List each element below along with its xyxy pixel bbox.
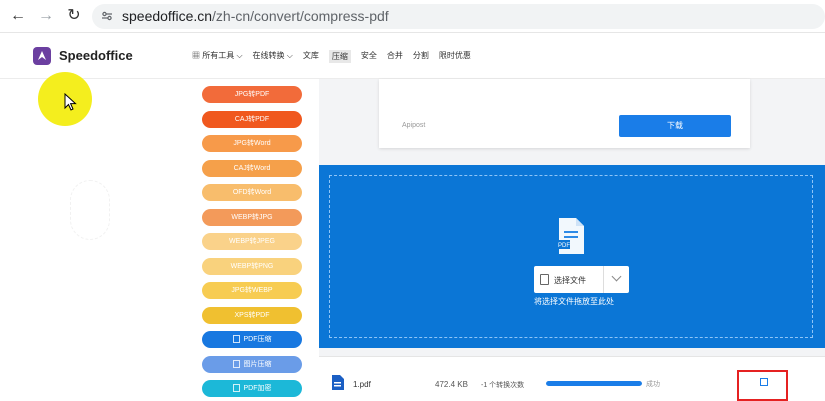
sidebar-tool-button[interactable]: JPG转WEBP (202, 282, 302, 299)
url-host: speedoffice.cn (122, 8, 213, 24)
nav-security[interactable]: 安全 (361, 50, 377, 63)
sidebar-tool-button[interactable]: PDF加密 (202, 380, 302, 397)
site-header: Speedoffice ▦ 所有工具 ⌵ 在线转换 ⌵ 文库 压缩 安全 合并 … (0, 33, 825, 79)
file-icon (540, 274, 549, 285)
sidebar-tool-button[interactable]: CAJ转Word (202, 159, 302, 177)
sidebar-tool-button[interactable]: WEBP转JPG (202, 208, 302, 226)
progress-fill (546, 381, 642, 386)
logo-text[interactable]: Speedoffice (59, 48, 133, 63)
url-path: /zh-cn/convert/compress-pdf (212, 8, 389, 24)
dropzone-border: PDF 选择文件 将选择文件拖放至此处 (329, 175, 813, 338)
sidebar-tool-label: OFD转Word (232, 189, 272, 196)
download-card: Apipost 下载 (379, 79, 750, 148)
nav-library[interactable]: 文库 (303, 50, 319, 63)
forward-icon[interactable]: → (36, 6, 56, 26)
nav-merge[interactable]: 合并 (387, 50, 403, 63)
url-text: speedoffice.cn/zh-cn/convert/compress-pd… (122, 8, 389, 24)
address-bar[interactable]: speedoffice.cn/zh-cn/convert/compress-pd… (92, 4, 825, 29)
file-size: 472.4 KB (435, 380, 468, 389)
tool-icon (232, 335, 240, 344)
main-nav: ▦ 所有工具 ⌵ 在线转换 ⌵ 文库 压缩 安全 合并 分割 限时优惠 (192, 50, 471, 63)
tool-icon (232, 384, 240, 393)
choose-file-label: 选择文件 (554, 276, 586, 285)
pdf-document-icon: PDF (556, 218, 584, 254)
conversion-count: -1 个转换次数 (481, 382, 525, 389)
logo-icon[interactable] (33, 47, 51, 65)
chevron-down-icon[interactable] (611, 271, 622, 282)
download-button[interactable]: 下载 (619, 115, 731, 137)
sidebar-tool-label: JPG转WEBP (231, 287, 273, 294)
sidebar-tool-button[interactable]: CAJ转PDF (202, 110, 302, 128)
sidebar-tool-button[interactable]: PDF压缩 (202, 331, 302, 348)
choose-file-button[interactable]: 选择文件 (534, 266, 629, 293)
file-status: 成功 (646, 381, 660, 388)
sidebar-tool-button[interactable]: JPG转Word (202, 135, 302, 152)
back-icon[interactable]: ← (8, 6, 28, 26)
divider (603, 266, 604, 293)
sidebar-tool-label: CAJ转Word (233, 164, 271, 172)
nav-split[interactable]: 分割 (413, 50, 429, 63)
grid-icon: ▦ (192, 51, 203, 60)
sidebar-tool-label: XPS转PDF (234, 311, 270, 319)
sidebar-tool-label: PDF加密 (243, 385, 272, 392)
faded-decoration (70, 180, 110, 240)
sidebar-tool-button[interactable]: XPS转PDF (202, 306, 302, 324)
tool-icon (232, 359, 240, 368)
sidebar-tool-button[interactable]: OFD转Word (202, 184, 302, 201)
nav-promo[interactable]: 限时优惠 (439, 50, 471, 63)
progress-bar (546, 381, 642, 386)
sidebar-tool-button[interactable]: 图片压缩 (202, 355, 302, 373)
mouse-cursor-icon (64, 93, 77, 111)
download-icon[interactable] (760, 378, 768, 386)
upload-dropzone[interactable]: PDF 选择文件 将选择文件拖放至此处 (319, 165, 825, 348)
sidebar-tool-label: WEBP转PNG (230, 262, 274, 270)
sidebar-tool-label: CAJ转PDF (234, 115, 270, 123)
file-name: 1.pdf (353, 380, 371, 389)
site-info-icon[interactable] (101, 10, 113, 22)
sidebar-tool-label: 图片压缩 (243, 360, 272, 368)
drop-hint: 将选择文件拖放至此处 (534, 297, 614, 306)
sidebar-tool-label: JPG转Word (233, 140, 271, 147)
nav-all-tools[interactable]: ▦ 所有工具 ⌵ (192, 50, 243, 63)
sidebar-tool-label: WEBP转JPG (231, 213, 273, 221)
reload-icon[interactable]: ↻ (64, 6, 84, 26)
card-caption: Apipost (402, 122, 426, 129)
file-row: 1.pdf 472.4 KB -1 个转换次数 成功 (319, 356, 825, 401)
sidebar-tool-button[interactable]: WEBP转JPEG (202, 233, 302, 250)
sidebar-tool-label: JPG转PDF (234, 91, 270, 98)
pdf-tag: PDF (558, 243, 570, 249)
pdf-file-icon (332, 375, 344, 390)
sidebar-tool-label: WEBP转JPEG (229, 238, 275, 245)
nav-online-convert[interactable]: 在线转换 ⌵ (253, 50, 293, 63)
sidebar-tool-button[interactable]: WEBP转PNG (202, 257, 302, 275)
download-action-highlight[interactable] (737, 370, 788, 401)
sidebar-tool-button[interactable]: JPG转PDF (202, 86, 302, 103)
browser-toolbar: ← → ↻ speedoffice.cn/zh-cn/convert/compr… (0, 0, 825, 33)
nav-compress[interactable]: 压缩 (328, 50, 351, 63)
sidebar-tool-label: PDF压缩 (243, 336, 272, 343)
